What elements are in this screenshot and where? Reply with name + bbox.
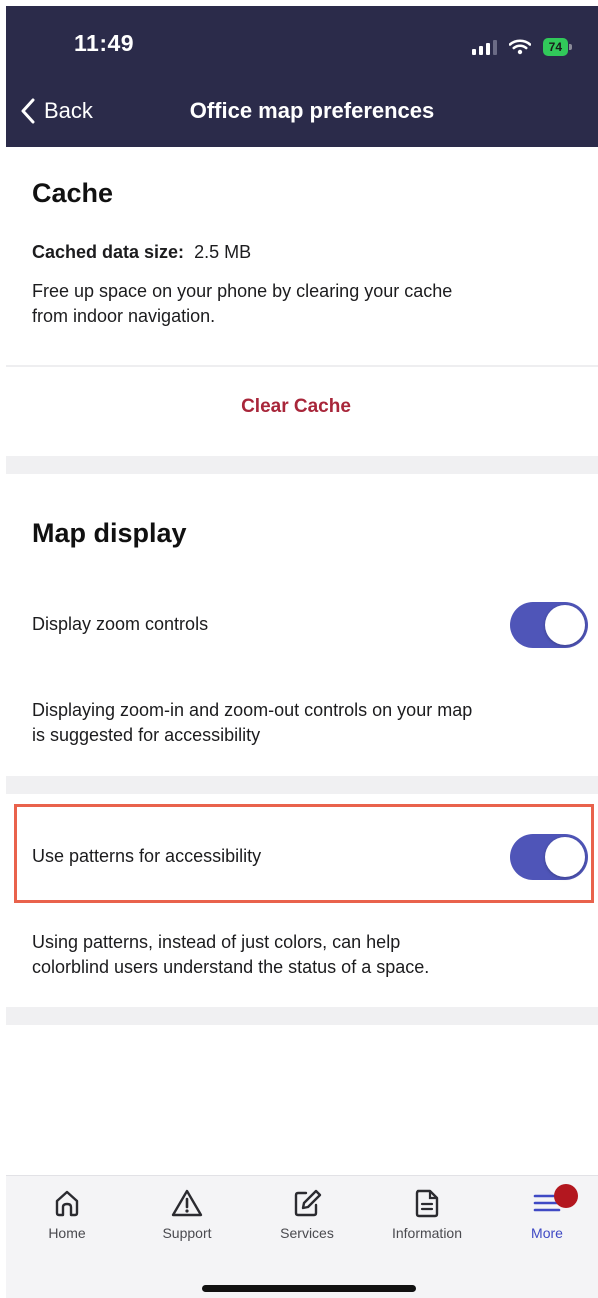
section-separator [6, 456, 598, 474]
tab-label: Support [162, 1225, 212, 1241]
tab-bar: Home Support Services Information More [6, 1175, 598, 1298]
status-icons: 74 [471, 36, 573, 58]
tab-more[interactable]: More [492, 1184, 598, 1241]
app-screen: 11:49 74 Back Office map preferences Cac… [6, 6, 598, 1298]
zoom-description-line: is suggested for accessibility [32, 725, 261, 745]
patterns-description-line: Using patterns, instead of just colors, … [32, 932, 401, 952]
home-icon [55, 1190, 79, 1217]
cached-size-row: Cached data size: 2.5 MB [32, 240, 251, 265]
page-title: Office map preferences [189, 98, 435, 123]
divider [6, 365, 598, 367]
notification-badge [554, 1184, 578, 1208]
tab-label: Information [391, 1225, 463, 1241]
battery-icon: 74 [542, 38, 573, 56]
zoom-controls-description: Displaying zoom-in and zoom-out controls… [32, 698, 472, 748]
section-separator [6, 1007, 598, 1025]
cache-description: Free up space on your phone by clearing … [32, 279, 452, 329]
patterns-description: Using patterns, instead of just colors, … [32, 930, 429, 980]
cache-description-line: Free up space on your phone by clearing … [32, 281, 453, 301]
tab-label: Home [48, 1225, 86, 1241]
cached-size-label: Cached data size: [32, 242, 185, 262]
tab-services[interactable]: Services [252, 1188, 362, 1241]
signal-icon [471, 39, 497, 55]
tab-label: More [531, 1225, 563, 1241]
patterns-description-line: colorblind users understand the status o… [32, 957, 430, 977]
edit-icon [294, 1189, 322, 1217]
document-icon [415, 1189, 439, 1218]
wifi-icon [508, 39, 531, 55]
patterns-accessibility-label: Use patterns for accessibility [32, 846, 262, 866]
toggle-knob [545, 837, 585, 877]
tab-label: Services [280, 1225, 334, 1241]
tab-support[interactable]: Support [132, 1188, 242, 1241]
zoom-controls-toggle[interactable] [510, 602, 588, 648]
cached-size-value: 2.5 MB [194, 242, 252, 262]
clear-cache-button[interactable]: Clear Cache [6, 396, 586, 418]
zoom-controls-label: Display zoom controls [32, 614, 209, 634]
toggle-knob [545, 605, 585, 645]
patterns-accessibility-toggle[interactable] [510, 834, 588, 880]
home-indicator [202, 1285, 416, 1292]
navigation-header: 11:49 74 Back Office map preferences [6, 6, 598, 147]
tab-information[interactable]: Information [372, 1188, 482, 1241]
cache-section-title: Cache [32, 178, 114, 208]
map-display-section-title: Map display [32, 518, 187, 548]
zoom-description-line: Displaying zoom-in and zoom-out controls… [32, 700, 473, 720]
warning-icon [171, 1189, 203, 1217]
cache-description-line: from indoor navigation. [32, 306, 216, 326]
tab-home[interactable]: Home [12, 1188, 122, 1241]
status-time: 11:49 [74, 30, 135, 56]
section-separator [6, 776, 598, 794]
